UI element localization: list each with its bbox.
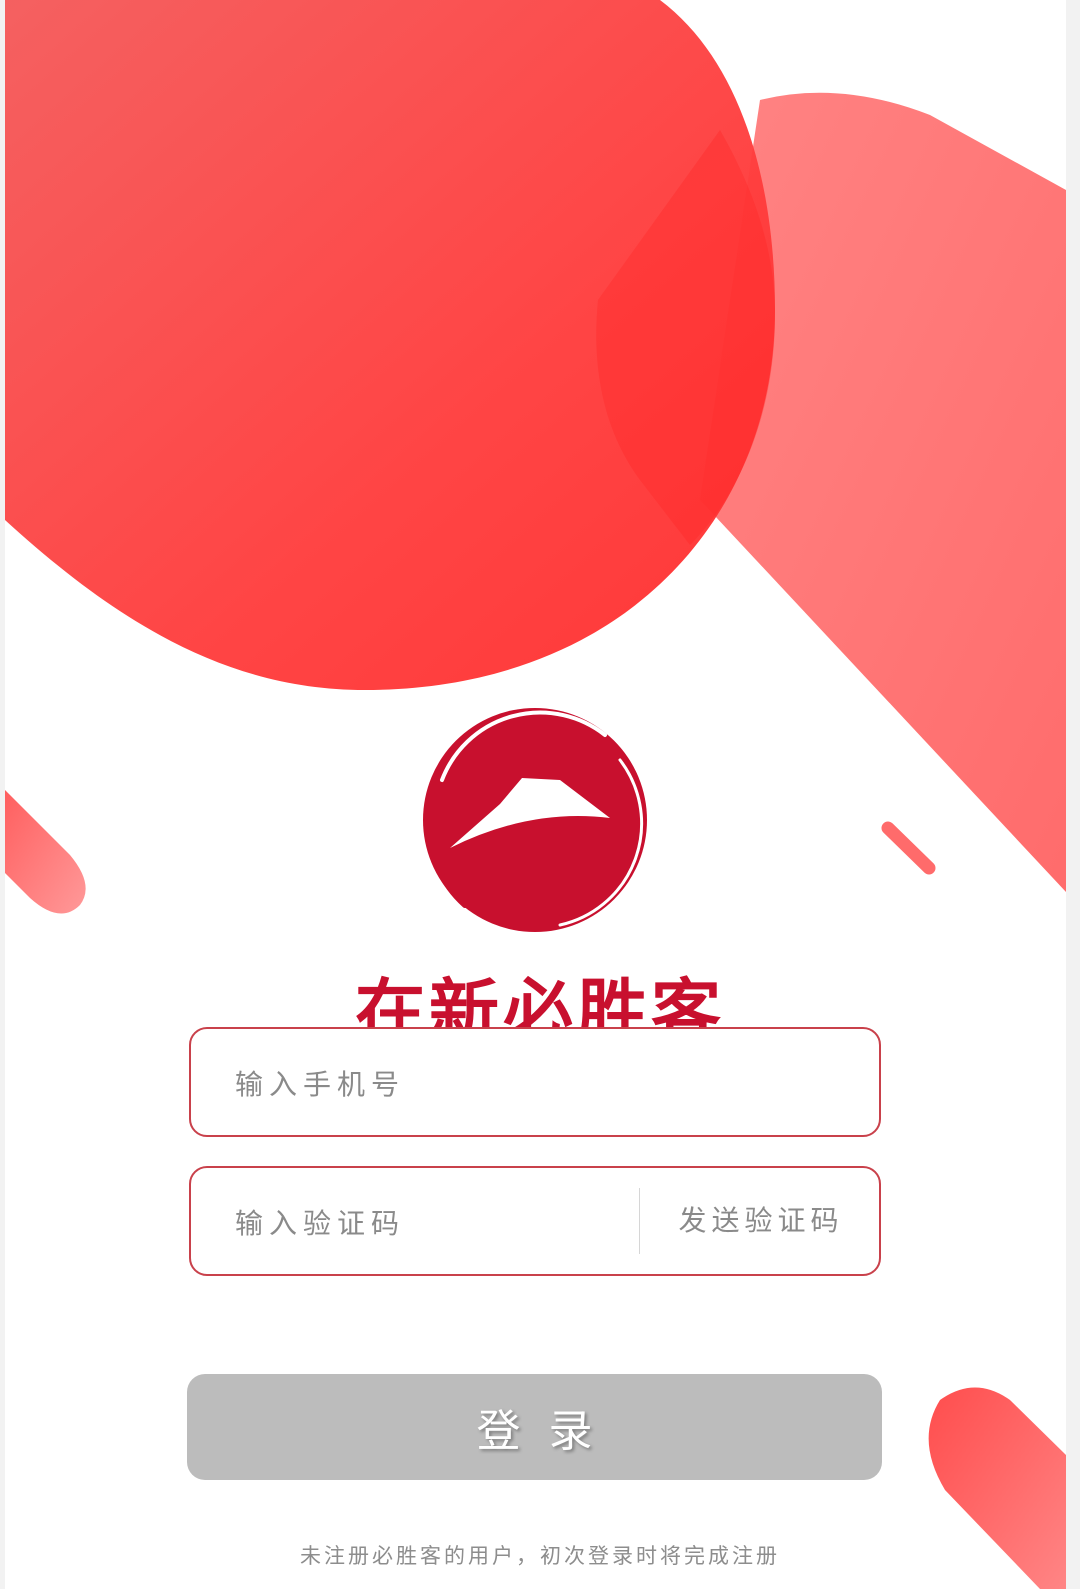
register-note: 未注册必胜客的用户，初次登录时将完成注册 — [300, 1544, 780, 1568]
phone-field[interactable] — [189, 1027, 881, 1137]
field-divider — [639, 1188, 640, 1254]
login-button[interactable]: 登录 — [187, 1374, 882, 1480]
login-page: 在新必胜客 发送验证码 登录 未注册必胜客的用户，初次登录时将完成注册 — [0, 0, 1080, 1589]
decor-left-pill — [5, 790, 86, 914]
send-code-button[interactable]: 发送验证码 — [661, 1196, 861, 1246]
pizza-hut-logo-icon — [423, 708, 647, 932]
verification-code-input[interactable] — [235, 1196, 615, 1250]
phone-input[interactable] — [235, 1057, 835, 1111]
decor-right-dash — [881, 821, 936, 875]
verification-code-field[interactable]: 发送验证码 — [189, 1166, 881, 1276]
login-button-label: 登录 — [476, 1406, 621, 1457]
brand-title: 在新必胜客 — [300, 962, 780, 1028]
brand-title-text: 在新必胜客 — [355, 971, 725, 1028]
decor-bottom-right-pill — [928, 1387, 1066, 1589]
